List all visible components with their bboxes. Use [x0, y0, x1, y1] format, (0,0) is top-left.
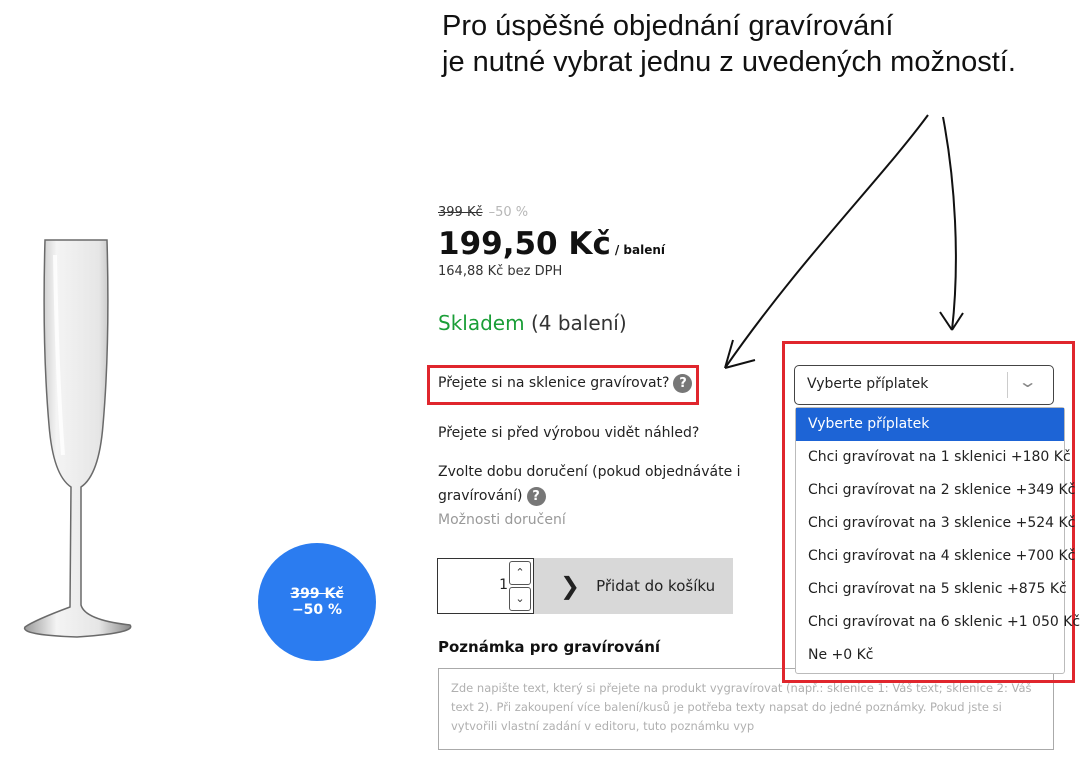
preview-question: Přejete si před výrobou vidět náhled? [438, 425, 700, 441]
help-icon[interactable]: ? [673, 373, 693, 393]
delivery-question: Zvolte dobu doručení (pokud objednáváte … [438, 460, 758, 508]
increment-chevron-up-icon[interactable]: ⌃ [509, 561, 531, 585]
current-price: 199,50 Kč [438, 226, 611, 262]
add-to-cart-button[interactable]: ❯ Přidat do košíku [534, 558, 733, 614]
chevron-right-icon: ❯ [560, 572, 581, 600]
old-price: 399 Kč [438, 205, 483, 220]
option-item[interactable]: Ne +0 Kč [796, 639, 1064, 672]
quantity-value[interactable]: 1 [448, 577, 508, 593]
option-item[interactable]: Chci gravírovat na 3 sklenice +524 Kč [796, 507, 1075, 540]
option-item[interactable]: Chci gravírovat na 1 sklenici +180 Kč [796, 441, 1071, 474]
annotation-line-2: je nutné vybrat jednu z uvedených možnos… [442, 46, 1016, 78]
surcharge-select[interactable]: Vyberte příplatek ⌄ [794, 365, 1054, 405]
engraving-note-title: Poznámka pro gravírování [438, 638, 661, 656]
badge-old-price: 399 Kč [290, 586, 344, 602]
discount-percent: –50 % [488, 205, 529, 220]
engrave-question-label: Přejete si na sklenice gravírovat? [438, 375, 670, 391]
select-divider [1007, 372, 1008, 398]
option-item[interactable]: Chci gravírovat na 6 sklenic +1 050 Kč [796, 606, 1080, 639]
option-item[interactable]: Chci gravírovat na 4 sklenice +700 Kč [796, 540, 1075, 573]
stock-status: Skladem (4 balení) [438, 311, 627, 335]
price-unit: / balení [614, 243, 665, 257]
delivery-question-label: Zvolte dobu doručení (pokud objednáváte … [438, 464, 741, 504]
surcharge-options-list: Vyberte příplatek Chci gravírovat na 1 s… [795, 407, 1080, 674]
option-item[interactable]: Chci gravírovat na 5 sklenic +875 Kč [796, 573, 1067, 606]
chevron-down-icon[interactable]: ⌄ [1018, 372, 1038, 391]
annotation-text: Pro úspěšné objednání gravírování je nut… [442, 8, 1082, 80]
select-value: Vyberte příplatek [807, 376, 929, 392]
option-item[interactable]: Chci gravírovat na 2 sklenice +349 Kč [796, 474, 1075, 507]
quantity-stepper[interactable]: 1 ⌃ ⌄ [437, 558, 534, 614]
add-to-cart-label: Přidat do košíku [596, 577, 716, 595]
discount-badge: 399 Kč −50 % [258, 543, 376, 661]
option-item[interactable]: Vyberte příplatek [796, 408, 1064, 441]
engrave-question: Přejete si na sklenice gravírovat?? [438, 371, 693, 395]
badge-discount: −50 % [291, 602, 343, 618]
price-without-vat: 164,88 Kč bez DPH [438, 264, 563, 279]
delivery-options-link[interactable]: Možnosti doručení [438, 512, 566, 528]
annotation-line-1: Pro úspěšné objednání gravírování [442, 10, 894, 42]
old-price-row: 399 Kč –50 % [438, 205, 528, 220]
stock-count: (4 balení) [530, 311, 627, 335]
product-image [23, 239, 132, 638]
stock-label: Skladem [438, 311, 525, 335]
decrement-chevron-down-icon[interactable]: ⌄ [509, 587, 531, 611]
help-icon[interactable]: ? [526, 486, 546, 506]
